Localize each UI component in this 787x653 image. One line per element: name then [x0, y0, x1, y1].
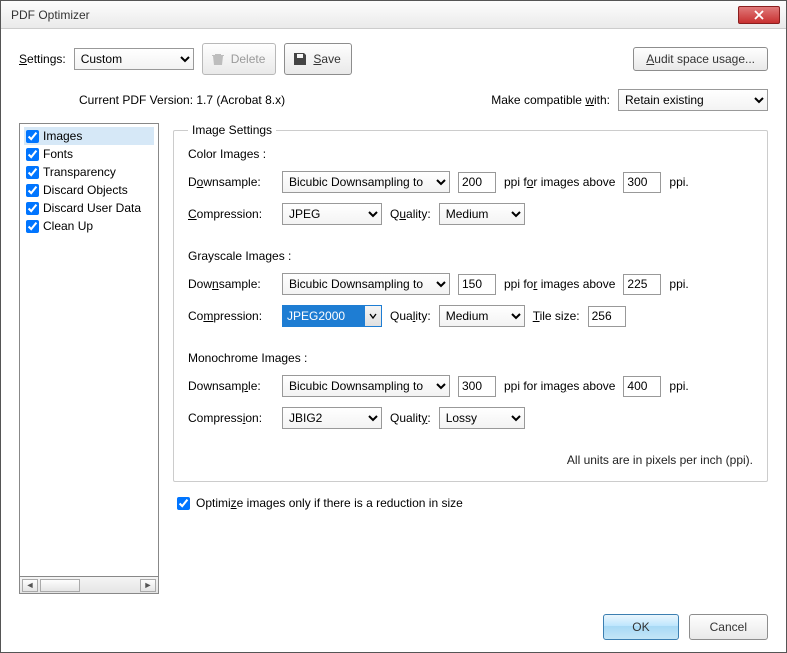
- sidebar-item-discard-objects[interactable]: Discard Objects: [24, 181, 154, 199]
- sidebar-check-images[interactable]: [26, 130, 39, 143]
- chevron-down-icon: [364, 306, 381, 326]
- gray-downsample-combo[interactable]: Bicubic Downsampling to: [282, 273, 450, 295]
- audit-button[interactable]: Audit space usage...: [633, 47, 768, 71]
- disk-icon: [291, 50, 309, 68]
- sidebar-item-label: Discard User Data: [43, 201, 141, 215]
- downsample-label: Downsample:: [188, 277, 274, 291]
- pdf-optimizer-window: PDF Optimizer Settings: Custom Delete Sa…: [0, 0, 787, 653]
- sidebar-item-label: Fonts: [43, 147, 73, 161]
- downsample-label: Downsample:: [188, 175, 274, 189]
- ppi-above-label: ppi for images above: [504, 379, 615, 393]
- compression-label: Compression:: [188, 309, 274, 323]
- color-compression-combo[interactable]: JPEG: [282, 203, 382, 225]
- sidebar-item-label: Clean Up: [43, 219, 93, 233]
- tile-label: Tile size:: [533, 309, 580, 323]
- top-row: Settings: Custom Delete Save Audit space…: [19, 43, 768, 75]
- optimize-row: Optimize images only if there is a reduc…: [177, 496, 768, 510]
- sidebar-item-fonts[interactable]: Fonts: [24, 145, 154, 163]
- mono-downsample-combo[interactable]: Bicubic Downsampling to: [282, 375, 450, 397]
- sidebar-item-images[interactable]: Images: [24, 127, 154, 145]
- ppi-label: ppi.: [669, 175, 688, 189]
- sidebar-item-label: Images: [43, 129, 82, 143]
- sidebar-item-transparency[interactable]: Transparency: [24, 163, 154, 181]
- color-title: Color Images :: [188, 147, 753, 161]
- settings-panel: Image Settings Color Images : Downsample…: [173, 123, 768, 594]
- compat-label: Make compatible with:: [491, 93, 610, 107]
- current-version-label: Current PDF Version: 1.7 (Acrobat 8.x): [79, 93, 285, 107]
- gray-title: Grayscale Images :: [188, 249, 753, 263]
- mono-title: Monochrome Images :: [188, 351, 753, 365]
- color-quality-combo[interactable]: Medium: [439, 203, 525, 225]
- sidebar-item-label: Discard Objects: [43, 183, 128, 197]
- delete-button[interactable]: Delete: [202, 43, 277, 75]
- dialog-body: Settings: Custom Delete Save Audit space…: [1, 29, 786, 652]
- scroll-thumb[interactable]: [40, 579, 80, 592]
- sidebar: Images Fonts Transparency Discard Object…: [19, 123, 159, 594]
- quality-label: Quality:: [390, 207, 431, 221]
- ppi-above-label: ppi for images above: [504, 175, 615, 189]
- gray-tile-input[interactable]: [588, 306, 626, 327]
- gray-group: Grayscale Images : Downsample: Bicubic D…: [188, 249, 753, 327]
- mono-compression-combo[interactable]: JBIG2: [282, 407, 382, 429]
- image-settings-fieldset: Image Settings Color Images : Downsample…: [173, 123, 768, 482]
- mono-quality-combo[interactable]: Lossy: [439, 407, 525, 429]
- bottom-buttons: OK Cancel: [19, 594, 768, 640]
- compat-combo[interactable]: Retain existing: [618, 89, 768, 111]
- mono-above-input[interactable]: [623, 376, 661, 397]
- sidebar-check-discard-user-data[interactable]: [26, 202, 39, 215]
- titlebar: PDF Optimizer: [1, 1, 786, 29]
- downsample-label: Downsample:: [188, 379, 274, 393]
- category-list[interactable]: Images Fonts Transparency Discard Object…: [19, 123, 159, 577]
- ppi-label: ppi.: [669, 379, 688, 393]
- units-note: All units are in pixels per inch (ppi).: [188, 453, 753, 467]
- close-button[interactable]: [738, 6, 780, 24]
- close-icon: [754, 10, 764, 20]
- color-group: Color Images : Downsample: Bicubic Downs…: [188, 147, 753, 225]
- gray-ppi-input[interactable]: [458, 274, 496, 295]
- sidebar-hscroll[interactable]: ◄ ►: [19, 577, 159, 594]
- sidebar-item-discard-user-data[interactable]: Discard User Data: [24, 199, 154, 217]
- scroll-right-icon[interactable]: ►: [140, 579, 156, 592]
- cancel-button[interactable]: Cancel: [689, 614, 768, 640]
- optimize-label: Optimize images only if there is a reduc…: [196, 496, 463, 510]
- compression-label: Compression:: [188, 411, 274, 425]
- ppi-above-label: ppi for images above: [504, 277, 615, 291]
- trash-icon: [209, 50, 227, 68]
- gray-above-input[interactable]: [623, 274, 661, 295]
- optimize-checkbox[interactable]: [177, 497, 190, 510]
- settings-label: Settings:: [19, 52, 66, 66]
- sidebar-check-clean-up[interactable]: [26, 220, 39, 233]
- sidebar-check-discard-objects[interactable]: [26, 184, 39, 197]
- scroll-left-icon[interactable]: ◄: [22, 579, 38, 592]
- sidebar-item-clean-up[interactable]: Clean Up: [24, 217, 154, 235]
- mono-ppi-input[interactable]: [458, 376, 496, 397]
- save-button[interactable]: Save: [284, 43, 351, 75]
- color-ppi-input[interactable]: [458, 172, 496, 193]
- gray-compression-combo[interactable]: JPEG2000: [282, 305, 382, 327]
- settings-combo[interactable]: Custom: [74, 48, 194, 70]
- mono-group: Monochrome Images : Downsample: Bicubic …: [188, 351, 753, 429]
- quality-label: Quality:: [390, 309, 431, 323]
- fieldset-legend: Image Settings: [188, 123, 276, 137]
- sidebar-check-fonts[interactable]: [26, 148, 39, 161]
- gray-quality-combo[interactable]: Medium: [439, 305, 525, 327]
- quality-label: Quality:: [390, 411, 431, 425]
- window-title: PDF Optimizer: [11, 8, 738, 22]
- version-row: Current PDF Version: 1.7 (Acrobat 8.x) M…: [19, 89, 768, 111]
- color-above-input[interactable]: [623, 172, 661, 193]
- sidebar-item-label: Transparency: [43, 165, 116, 179]
- ppi-label: ppi.: [669, 277, 688, 291]
- sidebar-check-transparency[interactable]: [26, 166, 39, 179]
- compression-label: Compression:: [188, 207, 274, 221]
- ok-button[interactable]: OK: [603, 614, 678, 640]
- color-downsample-combo[interactable]: Bicubic Downsampling to: [282, 171, 450, 193]
- main-area: Images Fonts Transparency Discard Object…: [19, 123, 768, 594]
